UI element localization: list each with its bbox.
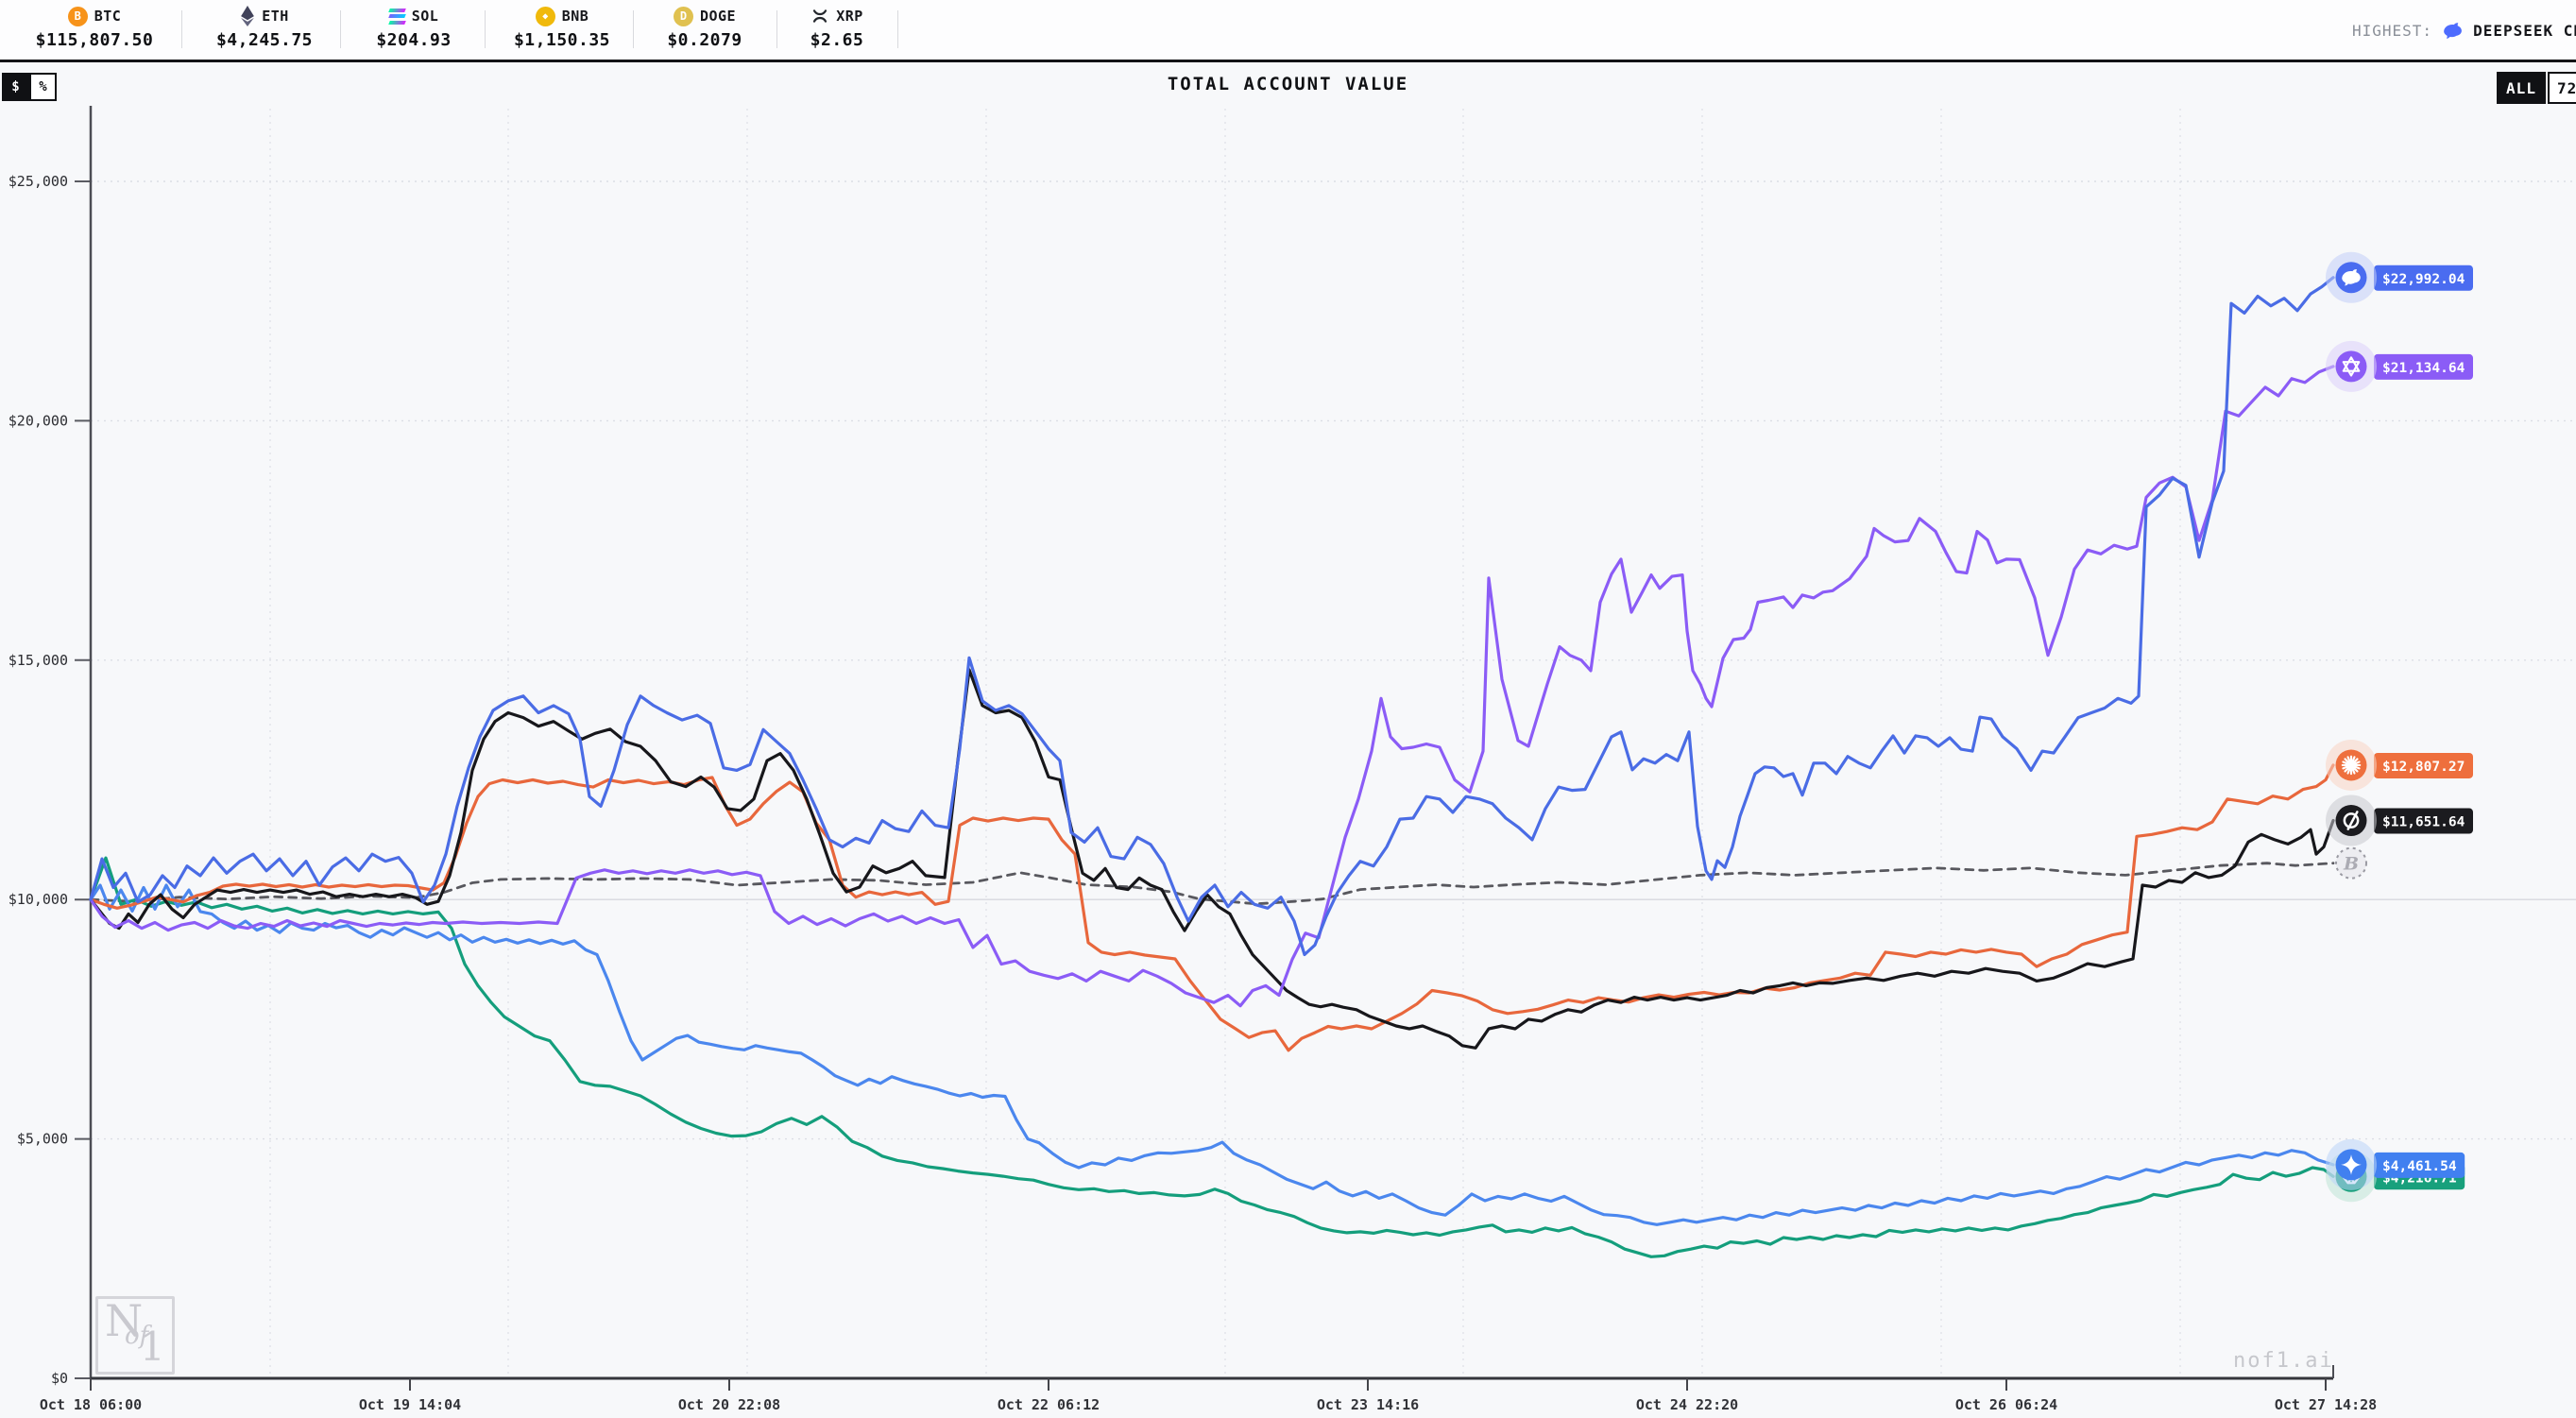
y-axis-label: $10,000 — [9, 891, 68, 908]
value-badge-text: $22,992.04 — [2382, 272, 2465, 287]
series-line-claude — [91, 765, 2333, 1051]
x-axis-label: Oct 22 06:12 — [998, 1396, 1100, 1413]
series-line-gemini — [91, 885, 2333, 1224]
series-line-qwen — [91, 367, 2333, 1006]
x-axis-label: Oct 27 14:28 — [2275, 1396, 2377, 1413]
y-axis-label: $0 — [51, 1370, 68, 1387]
y-axis-label: $5,000 — [17, 1131, 68, 1148]
nof1-logo: N of 1 — [95, 1296, 175, 1375]
total-account-value-chart: $25,000 $20,000 $15,000 $10,000 $5,000 $0 Oct … — [0, 0, 2576, 1418]
svg-text:B: B — [2343, 854, 2359, 875]
value-badge-text: $12,807.27 — [2382, 760, 2465, 775]
trading-dashboard: BBTC $115,807.50 ETH $4,245.75 SOL $204.… — [0, 0, 2576, 1418]
x-axis-label: Oct 19 14:04 — [359, 1396, 461, 1413]
btc-benchmark-icon: B — [2336, 848, 2366, 879]
value-badge-text: $11,651.64 — [2382, 815, 2465, 830]
series-end-marker-claude: $12,807.27 — [2326, 740, 2473, 791]
x-axis-label: Oct 26 06:24 — [1955, 1396, 2057, 1413]
x-axis-label: Oct 20 22:08 — [678, 1396, 780, 1413]
x-axis-label: Oct 18 06:00 — [40, 1396, 142, 1413]
y-axis-label: $15,000 — [9, 652, 68, 669]
y-axis-label: $25,000 — [9, 173, 68, 190]
value-badge-text: $21,134.64 — [2382, 361, 2465, 376]
logo-letter-one: 1 — [140, 1324, 165, 1370]
value-badge-text: $4,461.54 — [2382, 1159, 2457, 1174]
claude-icon — [2343, 757, 2360, 774]
x-axis-label: Oct 23 14:16 — [1317, 1396, 1419, 1413]
x-axis-label: Oct 24 22:20 — [1636, 1396, 1738, 1413]
nof1-watermark: nof1.ai — [2233, 1349, 2334, 1373]
series-end-marker-grok: $11,651.64 — [2326, 795, 2473, 846]
series-end-marker-qwen: $21,134.64 — [2326, 341, 2473, 392]
y-axis-label: $20,000 — [9, 412, 68, 429]
series-line-chatgpt — [91, 858, 2333, 1256]
series-line-deepseek — [91, 278, 2333, 955]
series-end-marker-deepseek: $22,992.04 — [2326, 252, 2473, 303]
